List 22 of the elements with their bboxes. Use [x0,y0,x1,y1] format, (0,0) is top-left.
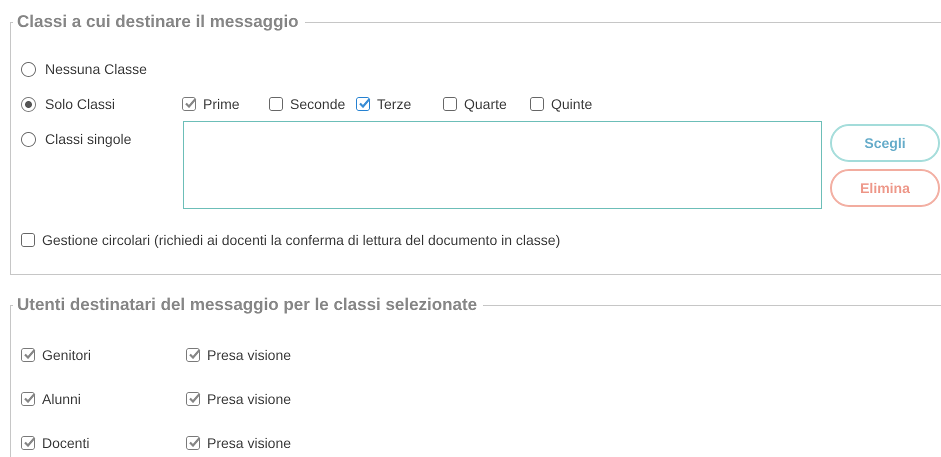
classes-field[interactable] [183,121,822,209]
section-title: Utenti destinatari del messaggio per le classi selezionate [16,295,478,315]
radio-option[interactable]: Solo Classi [21,94,182,114]
checkbox-option[interactable]: Seconde [269,94,356,114]
radio-icon[interactable] [21,96,36,112]
check-icon [357,96,371,110]
checkbox-option[interactable]: Gestione circolari (richiedi ai docenti la conferma di lettura del documento in classe) [21,230,560,250]
radio-option[interactable]: Classi singole [21,129,182,149]
radio-icon[interactable] [21,62,36,76]
checkbox-option[interactable]: Quarte [443,94,530,114]
check-icon [183,96,197,110]
check-icon [22,435,36,449]
checkbox-option[interactable]: Quinte [530,94,617,114]
checkbox-option[interactable]: Terze [356,94,443,114]
radio-icon[interactable] [21,132,36,146]
radio-option[interactable]: Nessuna Classe [21,59,182,79]
check-icon [22,391,36,405]
check-icon [187,435,201,449]
section-title: Classi a cui destinare il messaggio [16,12,300,32]
check-icon [22,347,36,361]
check-icon [187,347,201,361]
check-icon [187,391,201,405]
